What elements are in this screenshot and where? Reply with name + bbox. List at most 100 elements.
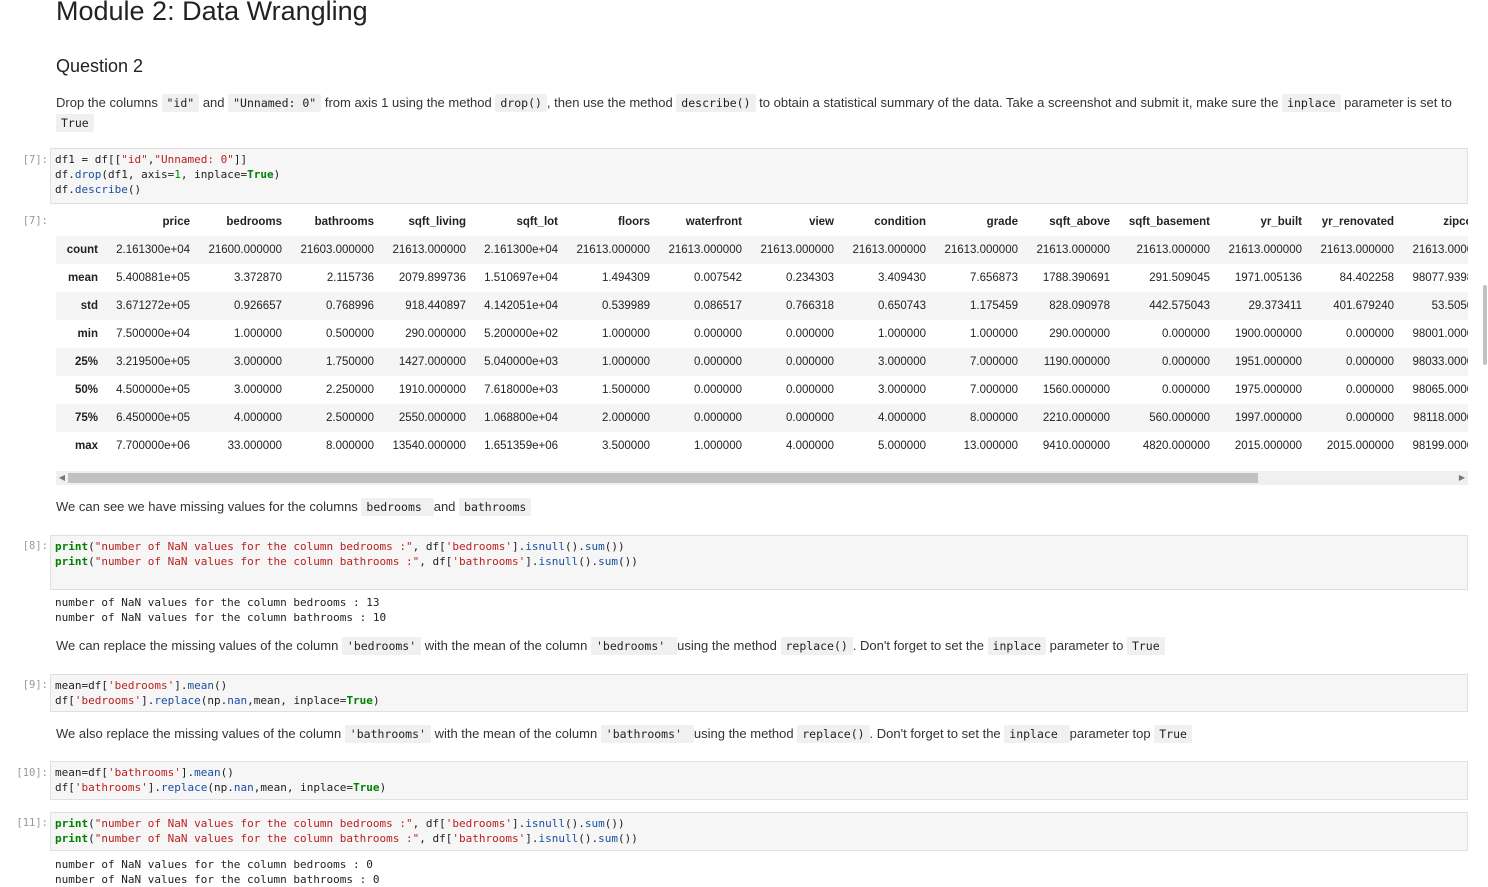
table-cell: 290.000000	[405, 328, 466, 340]
table-cell: 3.000000	[878, 384, 926, 396]
vertical-scrollbar-thumb[interactable]	[1483, 285, 1487, 365]
md-code: True	[1154, 725, 1192, 743]
q-code-describe: describe()	[676, 94, 756, 112]
table-cell: 2.161300e+04	[116, 244, 190, 256]
row-label: max	[74, 440, 98, 452]
cell-9-prompt: [9]:	[22, 679, 48, 691]
q-text-part: from axis 1 using the method	[321, 95, 496, 110]
q-text-part: Drop the columns	[56, 95, 162, 110]
row-label: 50%	[74, 384, 98, 396]
table-cell: 21613.000000	[1320, 244, 1394, 256]
row-label: count	[66, 244, 98, 256]
table-cell: 2.000000	[602, 412, 650, 424]
scrollbar-thumb[interactable]	[68, 473, 1258, 483]
column-header: yr_renovated	[1321, 216, 1394, 228]
table-cell: 3.000000	[878, 356, 926, 368]
q-code-id: "id"	[161, 94, 200, 112]
table-cell: 0.000000	[786, 384, 834, 396]
row-label: 75%	[74, 412, 98, 424]
table-cell: 291.509045	[1149, 272, 1210, 284]
table-cell: 442.575043	[1149, 300, 1210, 312]
table-cell: 98065.000000	[1412, 384, 1468, 396]
table-cell: 4.000000	[234, 412, 282, 424]
table-cell: 4.500000e+05	[116, 384, 190, 396]
table-cell: 21613.000000	[760, 244, 834, 256]
table-row: 75% 6.450000e+05 4.000000 2.500000 2550.0000…	[56, 404, 1468, 432]
table-cell: 0.539989	[602, 300, 650, 312]
table-row: 50% 4.500000e+05 3.000000 2.250000 1910.0000…	[56, 376, 1468, 404]
table-cell: 1190.000000	[1043, 356, 1110, 368]
md-text: with the mean of the column	[430, 726, 601, 741]
table-cell: 2.500000	[326, 412, 374, 424]
table-cell: 2.161300e+04	[484, 244, 558, 256]
table-cell: 8.000000	[970, 412, 1018, 424]
code-cell-7[interactable]: df1 = df[["id","Unnamed: 0"]] df.drop(df…	[50, 148, 1468, 204]
code-cell-9[interactable]: mean=df['bedrooms'].mean() df['bedrooms'…	[50, 674, 1468, 712]
table-cell: 98001.000000	[1412, 328, 1468, 340]
cell-11-output: number of NaN values for the column bedr…	[55, 857, 380, 887]
table-cell: 0.768996	[326, 300, 374, 312]
table-cell: 7.000000	[970, 356, 1018, 368]
md-code: 'bathrooms'	[600, 725, 694, 743]
table-cell: 0.000000	[694, 328, 742, 340]
table-cell: 1560.000000	[1042, 384, 1110, 396]
scroll-left-icon[interactable]: ◀	[56, 471, 68, 485]
column-header: sqft_above	[1049, 216, 1110, 228]
table-cell: 0.000000	[786, 356, 834, 368]
table-cell: 98118.000000	[1413, 412, 1468, 424]
table-cell: 0.000000	[1162, 356, 1210, 368]
table-cell: 5.000000	[878, 440, 926, 452]
output-line: number of NaN values for the column bath…	[55, 873, 380, 886]
table-cell: 33.000000	[227, 440, 282, 452]
table-cell: 0.000000	[1346, 356, 1394, 368]
describe-table-container[interactable]: price bedrooms bathrooms sqft_living sqft_lo…	[56, 208, 1468, 464]
code-cell-10[interactable]: mean=df['bathrooms'].mean() df['bathroom…	[50, 761, 1468, 800]
md-code: replace()	[780, 637, 853, 655]
table-cell: 2210.000000	[1042, 412, 1110, 424]
md-text: and	[433, 499, 460, 514]
table-cell: 4.000000	[878, 412, 926, 424]
table-cell: 1.000000	[878, 328, 926, 340]
output-line: number of NaN values for the column bedr…	[55, 596, 380, 609]
table-cell: 3.409430	[878, 272, 926, 284]
table-cell: 1910.000000	[398, 384, 466, 396]
table-cell: 3.219500e+05	[116, 356, 190, 368]
table-cell: 1900.000000	[1234, 328, 1302, 340]
md-code-bedrooms: bedrooms	[361, 498, 434, 516]
q-code-true: True	[56, 114, 94, 132]
table-cell: 21613.000000	[1412, 244, 1468, 256]
table-cell: 1951.000000	[1234, 356, 1302, 368]
table-cell: 1.510697e+04	[484, 272, 558, 284]
table-cell: 0.926657	[234, 300, 282, 312]
md-text: . Don't forget to set the	[869, 726, 1005, 741]
table-cell: 560.000000	[1149, 412, 1210, 424]
table-cell: 1427.000000	[398, 356, 466, 368]
q-text-part: to obtain a statistical summary of the d…	[755, 95, 1283, 110]
row-label: min	[77, 328, 98, 340]
md-text: using the method	[677, 638, 781, 653]
table-cell: 1.000000	[602, 356, 650, 368]
table-cell: 0.000000	[694, 412, 742, 424]
table-cell: 98077.939805	[1412, 272, 1468, 284]
vertical-scrollbar[interactable]	[1482, 0, 1488, 876]
table-cell: 29.373411	[1248, 300, 1302, 312]
table-cell: 21613.000000	[1036, 244, 1110, 256]
q-text-part: parameter is set to	[1340, 95, 1452, 110]
table-cell: 0.000000	[786, 328, 834, 340]
table-cell: 2.115736	[326, 272, 374, 284]
md-code: 'bathrooms'	[344, 725, 431, 743]
code-cell-8[interactable]: print("number of NaN values for the colu…	[50, 535, 1468, 590]
md-text: using the method	[693, 726, 798, 741]
table-cell: 21603.000000	[300, 244, 374, 256]
q-code-unnamed: "Unnamed: 0"	[228, 94, 322, 112]
scroll-right-icon[interactable]: ▶	[1456, 471, 1468, 485]
table-cell: 0.000000	[1346, 384, 1394, 396]
table-cell: 2550.000000	[398, 412, 466, 424]
table-cell: 2079.899736	[398, 272, 466, 284]
column-header	[56, 208, 102, 236]
md-code: 'bedrooms'	[341, 637, 422, 655]
cell-8-output: number of NaN values for the column bedr…	[55, 595, 386, 625]
table-cell: 21600.000000	[208, 244, 282, 256]
code-cell-11[interactable]: print("number of NaN values for the colu…	[50, 812, 1468, 851]
horizontal-scrollbar[interactable]: ◀ ▶	[56, 471, 1468, 485]
